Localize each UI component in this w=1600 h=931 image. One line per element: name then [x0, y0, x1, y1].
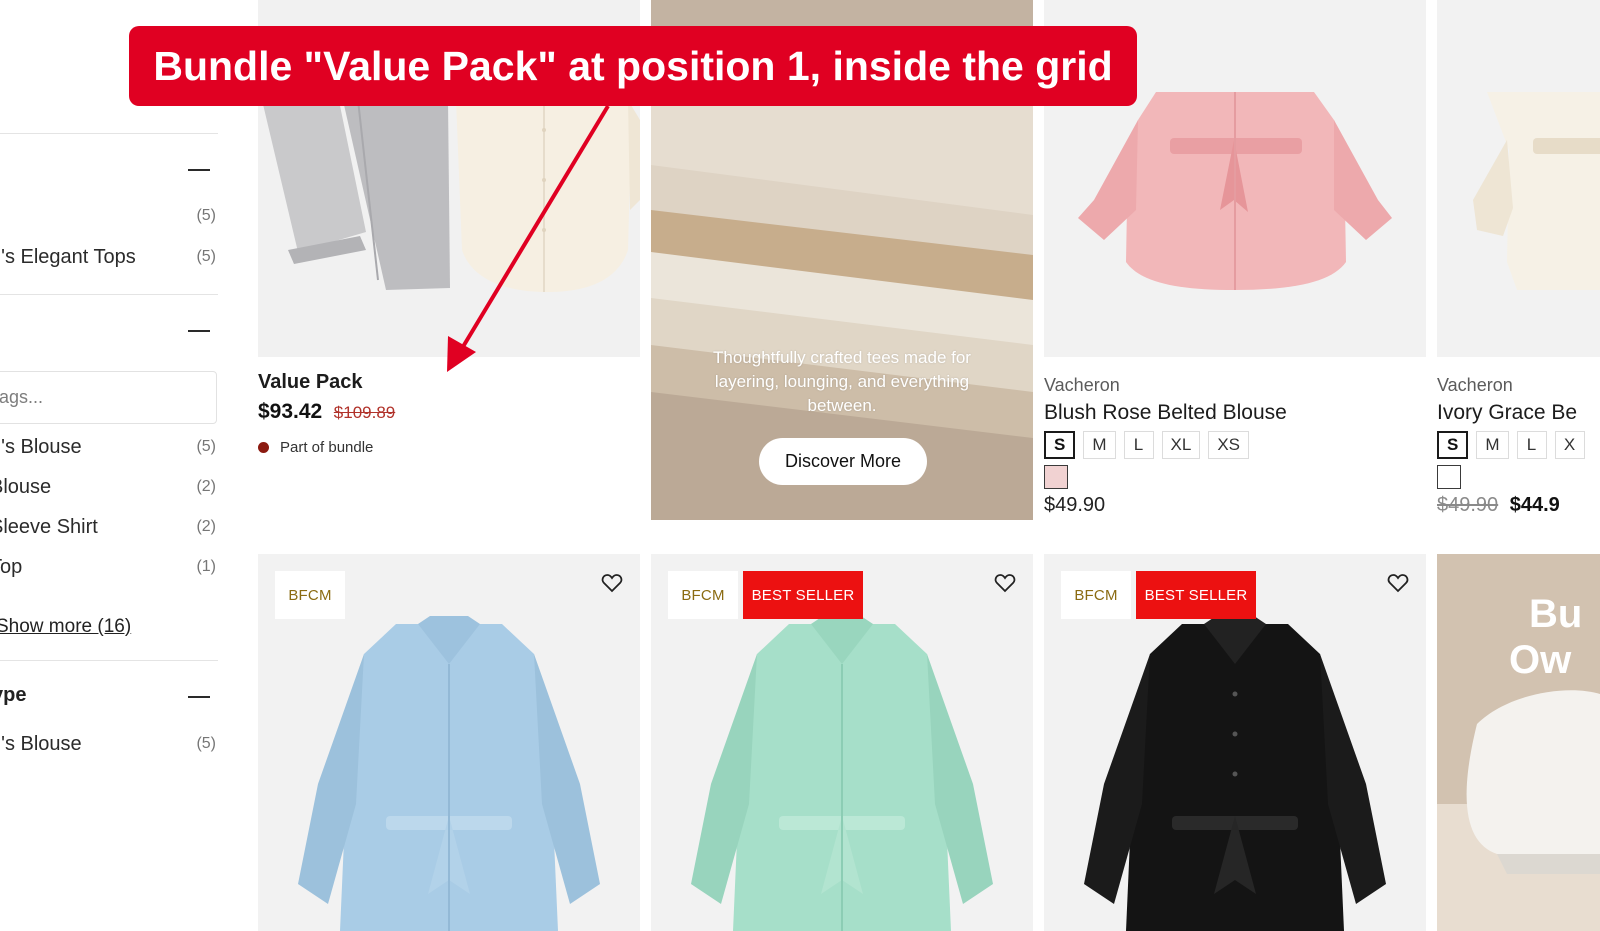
filter-option[interactable]: n's Blouse (5): [0, 730, 218, 758]
bfcm-badge: BFCM: [1061, 571, 1131, 619]
filter-option[interactable]: n's Elegant Tops (5): [0, 243, 218, 271]
filter-option-label: n's Blouse: [0, 732, 82, 755]
product-image[interactable]: [1437, 0, 1600, 357]
filter-divider: [0, 133, 218, 134]
filter-option-label: Blouse: [0, 475, 52, 498]
size-chip-l[interactable]: L: [1516, 431, 1547, 459]
promo-tile-text-line2: Ow: [1509, 638, 1572, 682]
bfcm-badge: BFCM: [275, 571, 345, 619]
filter-option-count: (5): [196, 207, 216, 224]
bundle-note-text: Part of bundle: [280, 439, 374, 456]
size-chip-s[interactable]: S: [1437, 431, 1469, 459]
color-swatch[interactable]: [1437, 465, 1461, 489]
bundle-compare-price: $109.89: [333, 403, 396, 422]
filter-option-count: (5): [196, 438, 216, 455]
bundle-price-row: $93.42 $109.89: [258, 400, 395, 424]
collapse-filter-icon[interactable]: [188, 696, 210, 698]
bundle-dot-icon: [258, 442, 269, 453]
filter-option-count: (5): [196, 248, 216, 265]
product-card[interactable]: BFCM: [258, 554, 640, 931]
best-seller-badge: BEST SELLER: [1136, 571, 1256, 619]
annotation-callout: Bundle "Value Pack" at position 1, insid…: [129, 26, 1137, 106]
product-brand: Vacheron: [1437, 375, 1513, 395]
size-chip-xl[interactable]: XL: [1161, 431, 1201, 459]
product-name[interactable]: Ivory Grace Be: [1437, 401, 1577, 425]
size-options: S M L X: [1437, 431, 1585, 459]
bundle-name[interactable]: Value Pack: [258, 371, 363, 394]
collapse-filter-icon[interactable]: [188, 330, 210, 332]
wishlist-heart-icon[interactable]: [993, 571, 1017, 595]
filter-option-label: Sleeve Shirt: [0, 515, 98, 538]
filter-sidebar: (5) n's Elegant Tops (5) n's Blouse (5) …: [0, 0, 218, 931]
product-price: $44.9: [1509, 494, 1560, 516]
filter-divider: [0, 660, 218, 661]
filter-option-label: n's Elegant Tops: [0, 245, 136, 268]
product-price: $49.90: [1044, 494, 1106, 516]
size-chip-x[interactable]: X: [1554, 431, 1585, 459]
bfcm-badge: BFCM: [668, 571, 738, 619]
bundle-note: Part of bundle: [258, 439, 373, 456]
size-chip-xs[interactable]: XS: [1208, 431, 1249, 459]
product-name[interactable]: Blush Rose Belted Blouse: [1044, 401, 1287, 425]
tag-search-input[interactable]: [0, 371, 217, 424]
product-price-row: $49.90 $44.9: [1437, 494, 1560, 517]
filter-option-count: (2): [196, 518, 216, 535]
wishlist-heart-icon[interactable]: [600, 571, 624, 595]
wishlist-heart-icon[interactable]: [1386, 571, 1410, 595]
size-chip-s[interactable]: S: [1044, 431, 1076, 459]
show-more-link[interactable]: Show more (16): [0, 616, 131, 638]
product-card[interactable]: BFCM BEST SELLER: [651, 554, 1033, 931]
collapse-filter-icon[interactable]: [188, 169, 210, 171]
banner-text: Thoughtfully crafted tees made for layer…: [713, 348, 971, 415]
product-brand: Vacheron: [1044, 375, 1120, 395]
filter-option-count: (1): [196, 558, 216, 575]
filter-option[interactable]: n's Blouse (5): [0, 433, 218, 461]
product-card[interactable]: Vacheron Ivory Grace Be S M L X $49.90 $…: [1437, 0, 1600, 520]
filter-section-heading: ype: [0, 684, 27, 706]
filter-option[interactable]: Top (1): [0, 553, 218, 581]
size-options: S M L XL XS: [1044, 431, 1249, 459]
filter-option-label: Top: [0, 555, 23, 578]
bundle-price: $93.42: [258, 400, 323, 423]
discover-more-button[interactable]: Discover More: [759, 438, 927, 485]
filter-divider: [0, 294, 218, 295]
best-seller-badge: BEST SELLER: [743, 571, 863, 619]
size-chip-m[interactable]: M: [1476, 431, 1509, 459]
promo-tile[interactable]: Bu Ow: [1437, 554, 1600, 931]
filter-option[interactable]: (5): [0, 202, 218, 230]
color-swatch[interactable]: [1044, 465, 1068, 489]
filter-option-count: (2): [196, 478, 216, 495]
size-chip-m[interactable]: M: [1083, 431, 1116, 459]
filter-option[interactable]: Sleeve Shirt (2): [0, 513, 218, 541]
promo-tile-text-line1: Bu: [1529, 592, 1583, 636]
product-compare-price: $49.90: [1437, 494, 1499, 516]
filter-option-count: (5): [196, 735, 216, 752]
filter-option[interactable]: Blouse (2): [0, 473, 218, 501]
size-chip-l[interactable]: L: [1123, 431, 1154, 459]
filter-option-label: n's Blouse: [0, 435, 82, 458]
product-card[interactable]: BFCM BEST SELLER: [1044, 554, 1426, 931]
